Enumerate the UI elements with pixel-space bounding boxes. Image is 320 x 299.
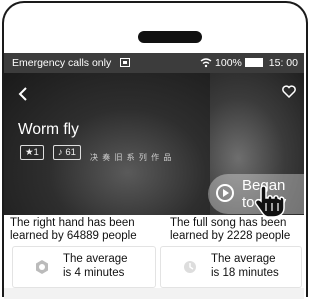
bottom-area (4, 288, 304, 299)
learned-count-text: The right hand has been learned by 64889… (10, 217, 137, 242)
back-arrow-icon[interactable] (18, 87, 28, 101)
clock-badge-icon (184, 261, 196, 273)
battery-icon (244, 58, 263, 67)
status-bar: Emergency calls only 100% 15: 00 (4, 53, 304, 73)
battery-percent: 100% (215, 57, 242, 69)
star-tag: ★1 (20, 145, 44, 160)
average-value: is 4 minutes (63, 267, 125, 279)
average-value: is 18 minutes (211, 267, 279, 279)
average-label: The average (63, 253, 128, 265)
wifi-icon (200, 58, 212, 68)
phone-speaker (138, 31, 202, 43)
hand-pointer-icon (254, 185, 285, 218)
heart-icon[interactable] (282, 85, 296, 98)
network-status-text: Emergency calls only (12, 57, 112, 69)
clock-badge-icon (36, 260, 48, 274)
play-icon (216, 184, 234, 202)
sim-icon (120, 58, 131, 67)
average-time-box: The average is 18 minutes (160, 246, 302, 288)
song-card-worm-fly[interactable]: Worm fly ★1 ♪ 61 决 奏 旧 系 列 作 品 (4, 73, 210, 215)
song-caption: 决 奏 旧 系 列 作 品 (90, 153, 173, 162)
average-time-box: The average is 4 minutes (12, 246, 156, 288)
clock-time: 15: 00 (268, 57, 298, 69)
count-tag: ♪ 61 (53, 145, 81, 160)
learned-count-text: The full song has been learned by 2228 p… (170, 217, 291, 242)
average-label: The average (211, 253, 276, 265)
song-title: Worm fly (18, 121, 79, 138)
